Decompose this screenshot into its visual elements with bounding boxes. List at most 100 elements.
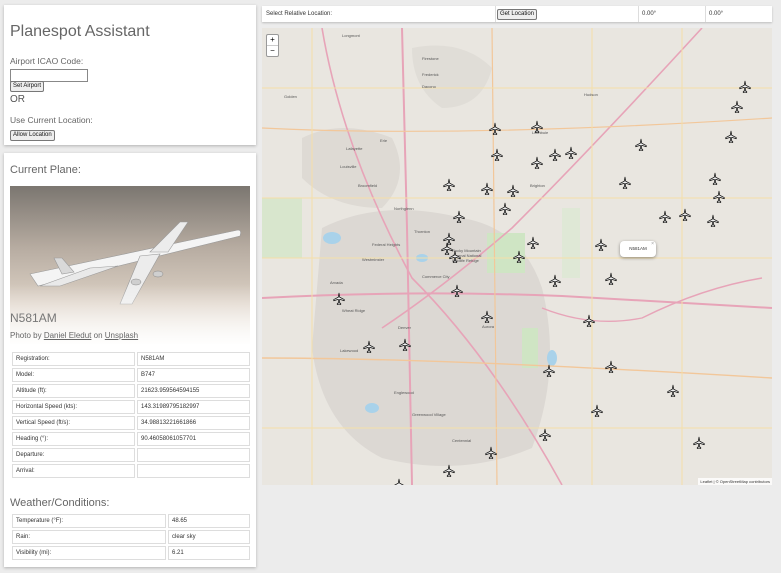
place-label: Frederick xyxy=(422,72,439,77)
place-label: Northglenn xyxy=(394,206,414,211)
aircraft-icon[interactable] xyxy=(604,272,618,286)
zoom-in-button[interactable]: + xyxy=(267,35,278,45)
aircraft-icon[interactable] xyxy=(692,436,706,450)
map-view[interactable]: + − Thornton Westminster Denver Aurora L… xyxy=(262,28,772,485)
table-row: Rain: clear sky xyxy=(12,530,250,544)
row-label: Model: xyxy=(12,368,135,382)
aircraft-icon[interactable] xyxy=(604,360,618,374)
aircraft-icon[interactable] xyxy=(506,184,520,198)
aircraft-icon[interactable] xyxy=(708,172,722,186)
aircraft-icon[interactable] xyxy=(448,250,462,264)
aircraft-icon[interactable] xyxy=(488,122,502,136)
place-label: Westminster xyxy=(362,257,385,262)
row-value: 34.98813221661866 xyxy=(137,416,250,430)
aircraft-icon[interactable] xyxy=(526,236,540,250)
aircraft-icon[interactable] xyxy=(678,208,692,222)
row-value: 6.21 xyxy=(168,546,250,560)
row-value: B747 xyxy=(137,368,250,382)
aircraft-icon[interactable] xyxy=(392,478,406,485)
row-value xyxy=(137,448,250,462)
aircraft-icon[interactable] xyxy=(362,340,376,354)
row-value: 21623.959564594155 xyxy=(137,384,250,398)
table-row: Visibility (mi): 6.21 xyxy=(12,546,250,560)
plane-popup: N581AM × xyxy=(620,241,656,257)
aircraft-icon[interactable] xyxy=(332,292,346,306)
photographer-link[interactable]: Daniel Eledut xyxy=(44,331,92,340)
aircraft-icon[interactable] xyxy=(538,428,552,442)
aircraft-icon[interactable] xyxy=(658,210,672,224)
place-label: Dacono xyxy=(422,84,436,89)
aircraft-icon[interactable] xyxy=(512,250,526,264)
aircraft-icon[interactable] xyxy=(724,130,738,144)
app-title: Planespot Assistant xyxy=(10,23,150,40)
aircraft-icon[interactable] xyxy=(590,404,604,418)
aircraft-icon[interactable] xyxy=(706,214,720,228)
place-label: Arvada xyxy=(330,280,343,285)
credit-on: on xyxy=(93,331,103,340)
aircraft-icon[interactable] xyxy=(564,146,578,160)
aircraft-icon[interactable] xyxy=(498,202,512,216)
row-value: N581AM xyxy=(137,352,250,366)
current-plane-card: Current Plane: N581AM Photo by Daniel El… xyxy=(4,153,256,567)
aircraft-icon[interactable] xyxy=(398,338,412,352)
place-label: Greenwood Village xyxy=(412,412,446,417)
airport-card: Planespot Assistant Airport ICAO Code: S… xyxy=(4,5,256,145)
aircraft-icon[interactable] xyxy=(452,210,466,224)
place-label: Louisville xyxy=(340,164,357,169)
plane-name: N581AM xyxy=(10,311,57,325)
popup-close-button[interactable]: × xyxy=(651,236,654,252)
or-text: OR xyxy=(10,94,25,105)
aircraft-icon[interactable] xyxy=(442,178,456,192)
credit-prefix: Photo by xyxy=(10,331,42,340)
place-label: Golden xyxy=(284,94,297,99)
aircraft-icon[interactable] xyxy=(530,156,544,170)
allow-location-button[interactable]: Allow Location xyxy=(10,130,55,141)
aircraft-icon[interactable] xyxy=(634,138,648,152)
table-row: Altitude (ft): 21623.959564594155 xyxy=(12,384,250,398)
aircraft-icon[interactable] xyxy=(594,238,608,252)
weather-table: Temperature (°F): 48.65 Rain: clear sky Vi… xyxy=(10,512,252,562)
aircraft-icon[interactable] xyxy=(480,310,494,324)
unsplash-link[interactable]: Unsplash xyxy=(105,331,138,340)
place-label: Lakewood xyxy=(340,348,359,353)
place-label: Brighton xyxy=(530,183,545,188)
aircraft-icon[interactable] xyxy=(730,100,744,114)
row-label: Horizontal Speed (kts): xyxy=(12,400,135,414)
get-location-button[interactable]: Get Location xyxy=(497,9,538,20)
location-bar: Select Relative Location: Get Location 0… xyxy=(262,6,772,22)
aircraft-icon[interactable] xyxy=(548,274,562,288)
row-label: Visibility (mi): xyxy=(12,546,166,560)
row-label: Departure: xyxy=(12,448,135,462)
aircraft-icon[interactable] xyxy=(530,120,544,134)
table-row: Arrival: xyxy=(12,464,250,478)
aircraft-icon[interactable] xyxy=(666,384,680,398)
map-attribution[interactable]: Leaflet | © OpenStreetMap contributors xyxy=(698,478,772,485)
weather-heading: Weather/Conditions: xyxy=(10,497,110,509)
aircraft-icon[interactable] xyxy=(542,364,556,378)
place-label: Hudson xyxy=(584,92,598,97)
aircraft-icon[interactable] xyxy=(442,464,456,478)
row-value xyxy=(137,464,250,478)
set-airport-button[interactable]: Set Airport xyxy=(10,81,45,92)
row-value: 143.31989795182997 xyxy=(137,400,250,414)
table-row: Registration: N581AM xyxy=(12,352,250,366)
aircraft-icon[interactable] xyxy=(480,182,494,196)
aircraft-icon[interactable] xyxy=(618,176,632,190)
place-label: Centennial xyxy=(452,438,472,443)
aircraft-icon[interactable] xyxy=(548,148,562,162)
aircraft-icon[interactable] xyxy=(490,148,504,162)
zoom-out-button[interactable]: − xyxy=(267,45,278,56)
aircraft-icon[interactable] xyxy=(582,314,596,328)
aircraft-icon[interactable] xyxy=(450,284,464,298)
aircraft-icon[interactable] xyxy=(712,190,726,204)
row-label: Arrival: xyxy=(12,464,135,478)
place-label: Firestone xyxy=(422,56,439,61)
relative-location-label: Select Relative Location: xyxy=(266,11,333,17)
row-label: Heading (°): xyxy=(12,432,135,446)
table-row: Temperature (°F): 48.65 xyxy=(12,514,250,528)
aircraft-icon[interactable] xyxy=(738,80,752,94)
aircraft-icon[interactable] xyxy=(484,446,498,460)
plane-info-table: Registration: N581AM Model: B747 Altitude … xyxy=(10,350,252,480)
place-label: Lafayette xyxy=(346,146,363,151)
current-plane-heading: Current Plane: xyxy=(10,164,81,176)
